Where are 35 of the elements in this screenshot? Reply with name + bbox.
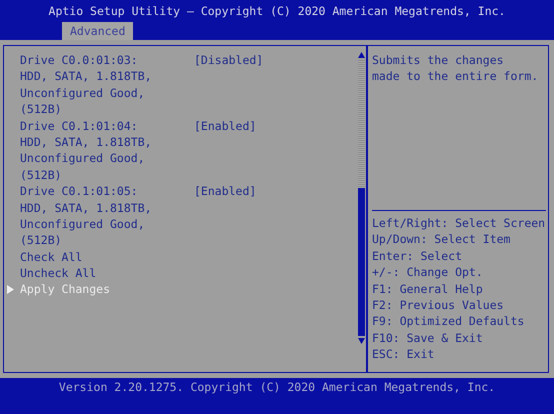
key-hint: F10: Save & Exit	[372, 330, 484, 346]
setting-label[interactable]: (512B)	[20, 232, 194, 249]
window-title: Aptio Setup Utility – Copyright (C) 2020 American Megatrends, Inc.	[48, 3, 506, 20]
setting-label[interactable]: (512B)	[20, 101, 194, 118]
menu-item[interactable]: Uncheck All	[20, 265, 194, 282]
setting-label[interactable]: Drive C0.1:01:04:	[20, 118, 194, 134]
key-hint: F1: General Help	[372, 280, 484, 298]
setting-label[interactable]: Unconfigured Good,	[20, 150, 194, 167]
scrollbar-thumb[interactable]	[358, 188, 364, 336]
key-hint: +/-: Change Opt.	[372, 264, 484, 281]
key-hint: ESC: Exit	[372, 346, 436, 363]
key-hint: Enter: Select	[372, 248, 464, 264]
scroll-down-icon[interactable]	[358, 338, 364, 344]
scroll-up-icon[interactable]	[358, 52, 364, 58]
tab[interactable]: Advanced	[62, 22, 134, 40]
key-hint: F2: Previous Values	[372, 297, 505, 314]
menu-item[interactable]: Apply Changes	[20, 281, 194, 298]
setting-label[interactable]: Unconfigured Good,	[20, 216, 194, 232]
setting-label[interactable]: Drive C0.0:01:03:	[20, 52, 194, 68]
menu-item[interactable]: Check All	[20, 248, 194, 266]
setting-label[interactable]: HDD, SATA, 1.818TB,	[20, 134, 194, 150]
setting-label[interactable]: Drive C0.1:01:05:	[20, 183, 194, 200]
key-hint: F9: Optimized Defaults	[372, 313, 526, 330]
setting-label[interactable]: Unconfigured Good,	[20, 84, 194, 102]
setting-value[interactable]: [Disabled]	[194, 52, 264, 68]
key-hint: Left/Right: Select Screen	[372, 215, 546, 232]
setting-label[interactable]: HDD, SATA, 1.818TB,	[20, 200, 194, 216]
key-hint: Up/Down: Select Item	[372, 231, 512, 248]
setting-value[interactable]: [Enabled]	[194, 118, 256, 134]
help-text: Submits the changes	[372, 52, 505, 68]
help-text: made to the entire form.	[372, 68, 540, 85]
setting-label[interactable]: HDD, SATA, 1.818TB,	[20, 68, 194, 85]
setting-label[interactable]: (512B)	[20, 166, 194, 184]
setting-value[interactable]: [Enabled]	[194, 183, 256, 200]
version-footer: Version 2.20.1275. Copyright (C) 2020 American Megatrends, Inc.	[0, 378, 554, 414]
